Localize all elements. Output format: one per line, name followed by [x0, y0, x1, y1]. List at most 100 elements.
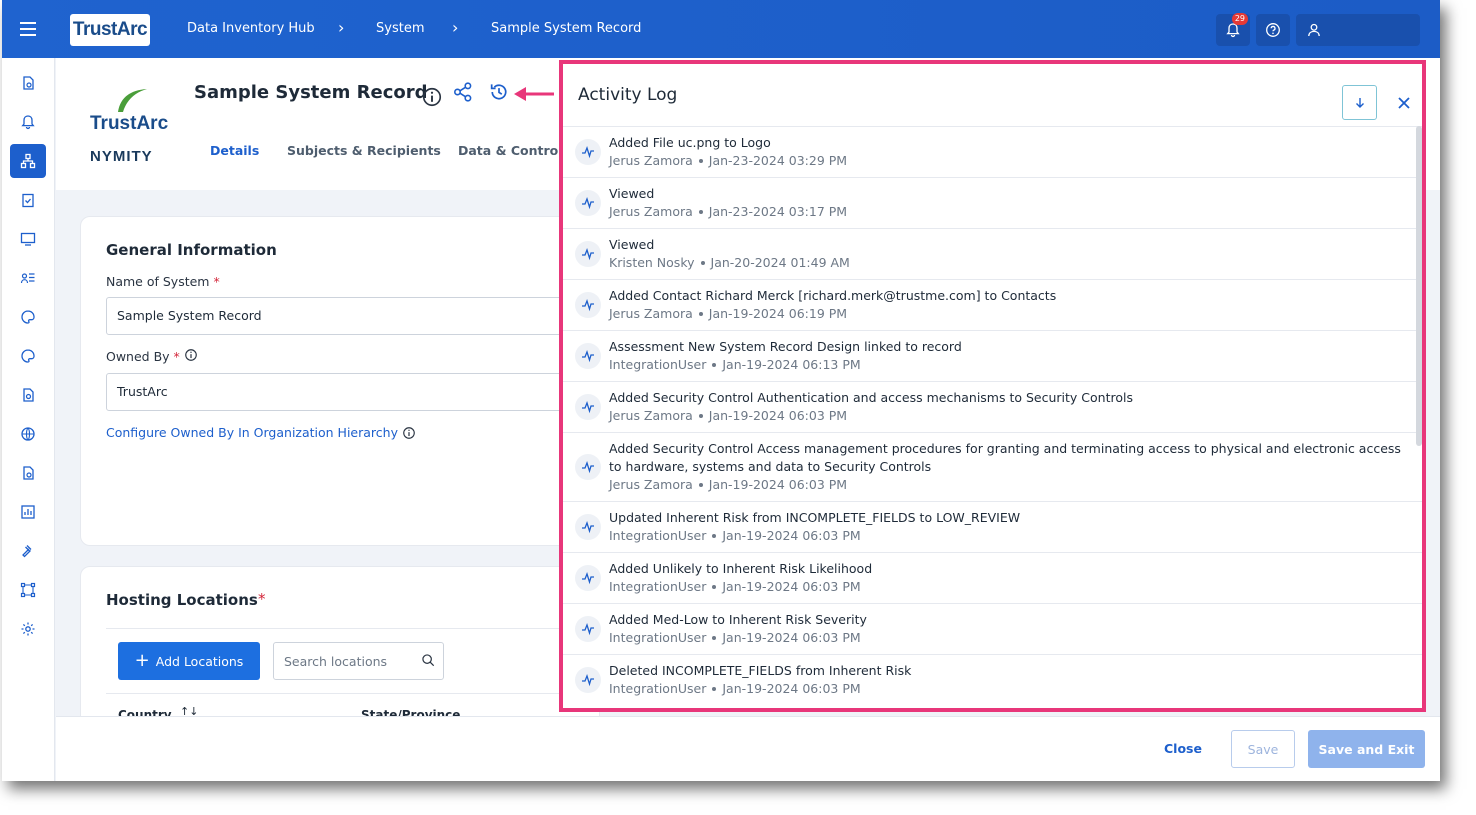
close-button[interactable]: Close: [1164, 741, 1202, 756]
activity-action-text: Added Med-Low to Inherent Risk Severity: [609, 612, 867, 627]
rail-item-reports[interactable]: [10, 495, 46, 529]
save-button[interactable]: Save: [1231, 730, 1295, 768]
rail-item-document-search[interactable]: [10, 378, 46, 412]
history-icon[interactable]: [488, 81, 510, 103]
info-icon[interactable]: [184, 348, 198, 362]
help-button[interactable]: [1256, 14, 1290, 46]
brand-subtitle: NYMITY: [90, 148, 153, 165]
activity-log-item: Added Security Control Access management…: [563, 432, 1422, 501]
rail-item-legal[interactable]: [10, 534, 46, 568]
hamburger-menu-icon[interactable]: [16, 18, 40, 40]
owned-by-input[interactable]: TrustArc: [106, 373, 606, 411]
chevron-right-icon: ›: [452, 18, 459, 37]
rail-item-data-inventory[interactable]: [10, 144, 46, 178]
activity-user: Jerus Zamora: [609, 477, 693, 492]
rail-item-workflow[interactable]: [10, 573, 46, 607]
activity-user: IntegrationUser: [609, 681, 707, 696]
activity-pulse-icon: [575, 514, 601, 540]
activity-timestamp: Jan-23-2024 03:17 PM: [708, 204, 848, 219]
brand-wordmark: TrustArc: [90, 113, 169, 134]
owned-by-label-text: Owned By: [106, 349, 170, 364]
tab-data-controls[interactable]: Data & Controls: [458, 143, 570, 158]
chevron-right-icon: ›: [338, 18, 345, 37]
app-logo[interactable]: TrustArc: [70, 14, 150, 46]
page-title: Sample System Record: [194, 82, 428, 103]
activity-pulse-icon: [575, 565, 601, 591]
activity-user: IntegrationUser: [609, 528, 707, 543]
rail-item-records[interactable]: [10, 66, 46, 100]
activity-log-item: Deleted INCOMPLETE_FIELDS from Inherent …: [563, 654, 1422, 705]
activity-user: IntegrationUser: [609, 579, 707, 594]
name-of-system-input[interactable]: Sample System Record: [106, 297, 606, 335]
rail-item-settings[interactable]: [10, 612, 46, 646]
activity-log-item: Assessment New System Record Design link…: [563, 330, 1422, 381]
save-and-exit-button[interactable]: Save and Exit: [1308, 730, 1425, 768]
user-menu-button[interactable]: [1296, 14, 1420, 46]
globe-icon: [21, 427, 35, 441]
rail-item-alerts[interactable]: [10, 105, 46, 139]
activity-log-item: Viewed Jerus Zamora Jan-23-2024 03:17 PM: [563, 177, 1422, 228]
activity-action-text: Assessment New System Record Design link…: [609, 339, 962, 354]
rail-item-palette-a[interactable]: [10, 300, 46, 334]
activity-meta: IntegrationUser Jan-19-2024 06:03 PM: [609, 629, 1414, 647]
activity-pulse-icon: [575, 394, 601, 420]
search-locations-input[interactable]: Search locations: [273, 642, 444, 680]
rail-item-palette-b[interactable]: [10, 339, 46, 373]
arrow-down-icon: [1355, 97, 1364, 108]
activity-timestamp: Jan-19-2024 06:03 PM: [722, 579, 861, 594]
rail-item-people[interactable]: [10, 261, 46, 295]
help-circle-icon: [1266, 23, 1280, 37]
activity-meta: Jerus Zamora Jan-19-2024 06:03 PM: [609, 407, 1414, 425]
separator-dot: [712, 584, 717, 589]
activity-log-item: Updated Inherent Risk from INCOMPLETE_FI…: [563, 501, 1422, 552]
breadcrumb-data-inventory-hub[interactable]: Data Inventory Hub: [187, 21, 315, 36]
separator-dot: [712, 362, 717, 367]
activity-log-item: Added Unlikely to Inherent Risk Likeliho…: [563, 552, 1422, 603]
search-icon[interactable]: [421, 653, 435, 667]
activity-log-panel: Activity Log Added File uc.png to Logo Je…: [559, 60, 1426, 712]
add-locations-label: Add Locations: [155, 653, 244, 669]
info-icon[interactable]: [421, 86, 443, 108]
hierarchy-icon: [20, 153, 36, 169]
activity-user: IntegrationUser: [609, 630, 707, 645]
rail-item-document-b[interactable]: [10, 456, 46, 490]
activity-timestamp: Jan-19-2024 06:03 PM: [722, 681, 861, 696]
hosting-locations-title: Hosting Locations: [106, 591, 258, 609]
activity-log-item: Added File uc.png to Logo Jerus Zamora Jan…: [563, 126, 1422, 177]
rail-item-assessments[interactable]: [10, 183, 46, 217]
separator-dot: [712, 635, 717, 640]
tab-subjects-recipients[interactable]: Subjects & Recipients: [287, 143, 441, 158]
separator-dot: [698, 482, 703, 487]
rail-item-monitor[interactable]: [10, 222, 46, 256]
document-icon: [23, 76, 34, 90]
owned-by-label: Owned By *: [106, 349, 180, 364]
activity-timestamp: Jan-20-2024 01:49 AM: [710, 255, 850, 270]
share-icon[interactable]: [452, 81, 474, 103]
separator-dot: [712, 686, 717, 691]
activity-timestamp: Jan-19-2024 06:03 PM: [708, 477, 848, 492]
notifications-button[interactable]: 29: [1216, 13, 1250, 46]
activity-meta: Jerus Zamora Jan-23-2024 03:17 PM: [609, 203, 1414, 221]
activity-timestamp: Jan-19-2024 06:19 PM: [708, 306, 848, 321]
breadcrumb-system[interactable]: System: [376, 21, 424, 36]
info-icon[interactable]: [402, 426, 416, 440]
configure-owned-by-link[interactable]: Configure Owned By In Organization Hiera…: [106, 425, 398, 440]
bell-icon: [21, 115, 35, 130]
document-icon: [23, 466, 34, 480]
separator-dot: [698, 209, 703, 214]
download-button[interactable]: [1342, 85, 1377, 120]
activity-action-text: Viewed: [609, 237, 655, 252]
panel-scrollbar[interactable]: [1416, 126, 1422, 446]
workflow-icon: [20, 582, 36, 598]
activity-meta: IntegrationUser Jan-19-2024 06:03 PM: [609, 680, 1414, 698]
annotation-arrow: [514, 87, 554, 101]
add-locations-button[interactable]: + Add Locations: [118, 642, 260, 680]
rail-item-globe[interactable]: [10, 417, 46, 451]
activity-pulse-icon: [575, 616, 601, 642]
close-icon[interactable]: [1393, 92, 1415, 114]
divider: [106, 628, 576, 629]
activity-timestamp: Jan-23-2024 03:29 PM: [708, 153, 848, 168]
app-window: TrustArc Data Inventory Hub › System › S…: [2, 0, 1440, 781]
tab-details[interactable]: Details: [210, 143, 259, 158]
activity-pulse-icon: [575, 454, 601, 480]
